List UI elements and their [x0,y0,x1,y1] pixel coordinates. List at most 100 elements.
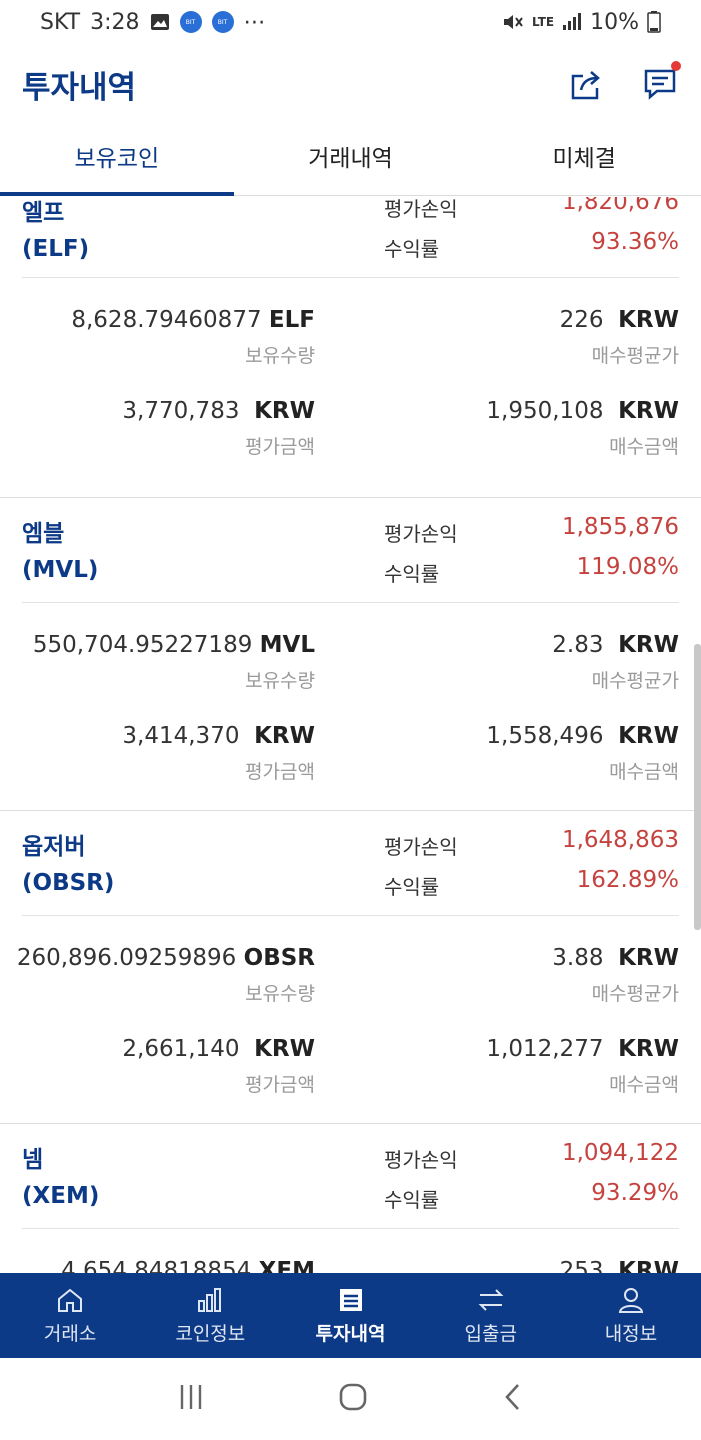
eval-amount-unit: KRW [254,723,315,749]
nav-exchange-label: 거래소 [43,1323,97,1345]
buy-amount-label: 매수금액 [609,1074,679,1096]
qty-unit: MVL [259,632,315,658]
rate-value: 162.89% [576,867,679,893]
coin-name: 넴 (XEM) [22,1147,100,1209]
pnl-label: 평가손익 [384,1148,458,1172]
nav-exchange[interactable]: 거래소 [0,1273,140,1358]
coin-name: 엘프 (ELF) [22,200,90,262]
avg-price-value: 3.88 [552,945,604,971]
buy-amount-unit: KRW [618,1036,679,1062]
avg-price-unit: KRW [618,1258,679,1273]
page-title: 투자내역 [22,69,137,106]
chat-button[interactable] [641,61,681,103]
eval-amount-label: 평가금액 [245,761,315,783]
avg-price-unit: KRW [618,945,679,971]
app-notification-icon: BIT [179,11,202,33]
buy-amount-label: 매수금액 [609,436,679,458]
qty-value: 550,704.95227189 [32,632,253,658]
eval-amount-cell: 2,661,140 KRW 평가금액 [122,1036,315,1097]
coin-name: 옵저버 (OBSR) [22,834,115,896]
document-icon [336,1285,366,1315]
home-circle-icon [339,1383,366,1411]
qty-label: 보유수량 [245,345,315,367]
nav-investments[interactable]: 투자내역 [280,1273,420,1358]
rate-value: 93.29% [591,1180,679,1206]
nav-coin-info[interactable]: 코인정보 [140,1273,280,1358]
home-icon [55,1285,85,1315]
bar-chart-icon [195,1285,225,1315]
qty-value: 260,896.09259896 [16,945,237,971]
qty-cell: 8,628.79460877 ELF 보유수량 [71,307,315,368]
buy-amount-unit: KRW [618,398,679,424]
rate-label: 수익률 [384,875,440,899]
avg-price-label: 매수평균가 [591,345,679,367]
back-icon [504,1384,519,1410]
avg-price-value: 2.83 [552,632,604,658]
pnl-value: 1,648,863 [561,827,679,853]
mute-icon [502,12,524,32]
qty-label: 보유수량 [245,983,315,1005]
buy-amount-cell: 1,950,108 KRW 매수금액 [486,398,679,459]
avg-price-value: 226 [559,307,604,333]
buy-amount-cell: 1,012,277 KRW 매수금액 [486,1036,679,1097]
eval-amount-label: 평가금액 [245,436,315,458]
person-icon [616,1285,646,1315]
avg-price-cell: 253 KRW [560,1258,679,1273]
avg-price-unit: KRW [618,632,679,658]
tab-open-orders[interactable]: 미체결 [467,130,701,195]
divider [22,277,679,278]
tab-trade-history[interactable]: 거래내역 [234,130,468,195]
holding-card[interactable]: 옵저버 (OBSR) 평가손익 1,648,863 수익률 162.89% 26… [0,811,701,1124]
network-type-label: LTE [532,15,555,29]
eval-amount-value: 3,414,370 [122,723,240,749]
eval-amount-value: 3,770,783 [122,398,240,424]
rate-value: 119.08% [576,554,679,580]
pnl-label: 평가손익 [384,835,458,859]
holding-card[interactable]: 넴 (XEM) 평가손익 1,094,122 수익률 93.29% 4,654.… [0,1124,701,1273]
eval-amount-unit: KRW [254,1036,315,1062]
nav-my-info[interactable]: 내정보 [561,1273,701,1358]
divider [22,602,679,603]
scrollbar[interactable] [694,644,701,930]
signal-icon [562,13,582,31]
recent-apps-button[interactable] [177,1383,205,1415]
avg-price-value: 253 [559,1258,604,1273]
buy-amount-unit: KRW [618,723,679,749]
pnl-label: 평가손익 [384,522,458,546]
holding-card[interactable]: 엘프 (ELF) 평가손익 1,820,676 수익률 93.36% 8,628… [0,197,701,498]
nav-my-info-label: 내정보 [604,1323,658,1345]
avg-price-label: 매수평균가 [591,983,679,1005]
holding-card[interactable]: 엠블 (MVL) 평가손익 1,855,876 수익률 119.08% 550,… [0,498,701,811]
eval-amount-unit: KRW [254,398,315,424]
buy-amount-value: 1,950,108 [486,398,604,424]
unread-dot [671,61,681,71]
pnl-value: 1,820,676 [561,197,679,215]
qty-unit: OBSR [243,945,315,971]
home-button[interactable] [338,1382,368,1416]
tab-holdings[interactable]: 보유코인 [0,130,234,196]
app-header: 투자내역 [0,44,701,124]
avg-price-cell: 226 KRW 매수평균가 [560,307,679,368]
qty-value: 4,654.84818854 [61,1258,252,1273]
tab-bar: 보유코인 거래내역 미체결 [0,130,701,196]
pnl-value: 1,855,876 [561,514,679,540]
nav-coin-info-label: 코인정보 [175,1323,246,1345]
system-nav-bar [0,1358,701,1440]
rate-label: 수익률 [384,1188,440,1212]
status-bar: SKT 3:28 BIT BIT ⋯ LTE 10% [0,0,701,44]
gallery-notification-icon [150,13,170,31]
pnl-value: 1,094,122 [561,1140,679,1166]
share-icon [571,71,600,100]
avg-price-cell: 3.88 KRW 매수평균가 [552,945,679,1006]
share-button[interactable] [567,65,605,103]
rate-label: 수익률 [384,237,440,261]
qty-value: 8,628.79460877 [71,307,262,333]
rate-label: 수익률 [384,562,440,586]
nav-deposit-withdraw[interactable]: 입출금 [421,1273,561,1358]
holdings-list[interactable]: 엘프 (ELF) 평가손익 1,820,676 수익률 93.36% 8,628… [0,197,701,1273]
back-button[interactable] [501,1382,525,1416]
buy-amount-value: 1,012,277 [486,1036,604,1062]
avg-price-label: 매수평균가 [591,670,679,692]
qty-unit: XEM [258,1258,315,1273]
qty-cell: 550,704.95227189 MVL 보유수량 [33,632,315,693]
